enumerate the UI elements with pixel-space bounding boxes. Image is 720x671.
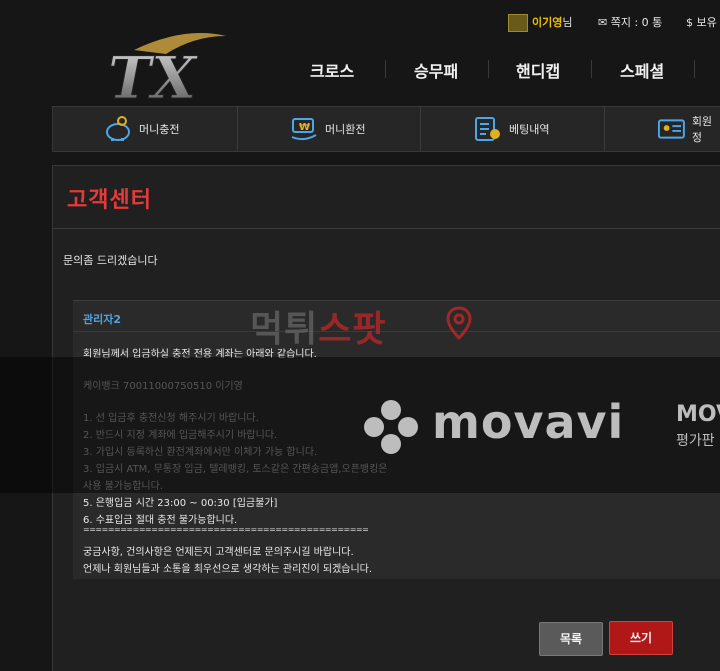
subnav-label: 베팅내역 — [509, 123, 550, 136]
subnav-divider — [237, 107, 238, 151]
svg-text:₩: ₩ — [299, 122, 310, 133]
nav-win-draw-lose[interactable]: 승무패 — [414, 58, 458, 82]
sub-nav: 머니충전 ₩ 머니환전 베팅내역 회원정 — [52, 106, 720, 152]
nav-separator — [385, 60, 386, 78]
reply-line: 언제나 회원님들과 소통을 최우선으로 생각하는 관리진이 되겠습니다. — [83, 564, 373, 575]
post-subject: 문의좀 드리겠습니다 — [63, 254, 158, 267]
movavi-watermark: movavi — [432, 395, 625, 449]
nav-cross[interactable]: 크로스 — [310, 58, 354, 82]
subnav-betting-history[interactable]: 베팅내역 — [473, 107, 549, 151]
logo-text: TX — [108, 44, 198, 104]
user-greeting[interactable]: 이기영님 — [508, 14, 573, 32]
subnav-money-exchange[interactable]: ₩ 머니환전 — [289, 107, 365, 151]
envelope-icon: ✉ — [598, 16, 608, 29]
subnav-member-info[interactable]: 회원정 — [657, 107, 720, 151]
subnav-label: 머니충전 — [139, 123, 180, 136]
watermark-text: 먹튀 — [250, 309, 319, 350]
nav-separator — [694, 60, 695, 78]
nav-special[interactable]: 스페셜 — [620, 58, 664, 82]
betting-history-icon — [475, 117, 500, 141]
nav-separator — [591, 60, 592, 78]
subnav-label: 회원정 — [691, 115, 713, 144]
reply-separator-line: ========================================… — [83, 525, 369, 534]
write-button[interactable]: 쓰기 — [609, 621, 673, 655]
messages-link[interactable]: ✉ 쪽지 : 0 통 — [598, 14, 662, 30]
list-button[interactable]: 목록 — [539, 622, 603, 656]
map-pin-icon — [446, 306, 472, 340]
reply-line: 궁금사항, 건의사항은 언제든지 고객센터로 문의주시길 바랍니다. — [83, 547, 354, 558]
page-title: 고객센터 — [67, 188, 152, 213]
subnav-divider — [604, 107, 605, 151]
reply-line: 5. 은행입금 시간 23:00 ~ 00:30 [입금불가] — [83, 498, 278, 509]
title-divider — [53, 228, 720, 229]
tx-logo[interactable]: TX — [104, 32, 230, 104]
reply-line: 6. 수표입금 절대 충전 불가능합니다. — [83, 515, 238, 526]
subnav-label: 머니환전 — [325, 123, 366, 136]
movavi-watermark-cut: MOV — [676, 402, 720, 427]
subnav-divider — [420, 107, 421, 151]
watermark-text: 스팟 — [318, 309, 387, 350]
subnav-money-charge[interactable]: 머니충전 — [103, 107, 179, 151]
user-suffix: 님 — [562, 16, 573, 29]
author-divider — [73, 331, 720, 332]
money-exchange-icon: ₩ — [291, 118, 317, 141]
movavi-logo-icon — [364, 400, 418, 454]
piggy-bank-icon — [106, 116, 130, 141]
trial-watermark: 평가판 — [676, 433, 715, 449]
messages-count: 쪽지 : 0 통 — [610, 16, 663, 29]
member-card-icon — [657, 119, 685, 139]
nav-handicap[interactable]: 핸디캡 — [516, 58, 560, 82]
level-badge-icon — [508, 14, 528, 32]
balance-label: $ 보유 — [686, 16, 717, 29]
reply-author: 관리자2 — [83, 313, 122, 326]
user-name: 이기영 — [532, 16, 563, 29]
nav-separator — [488, 60, 489, 78]
muktwi-spot-watermark: 먹튀스팟 — [250, 300, 387, 352]
